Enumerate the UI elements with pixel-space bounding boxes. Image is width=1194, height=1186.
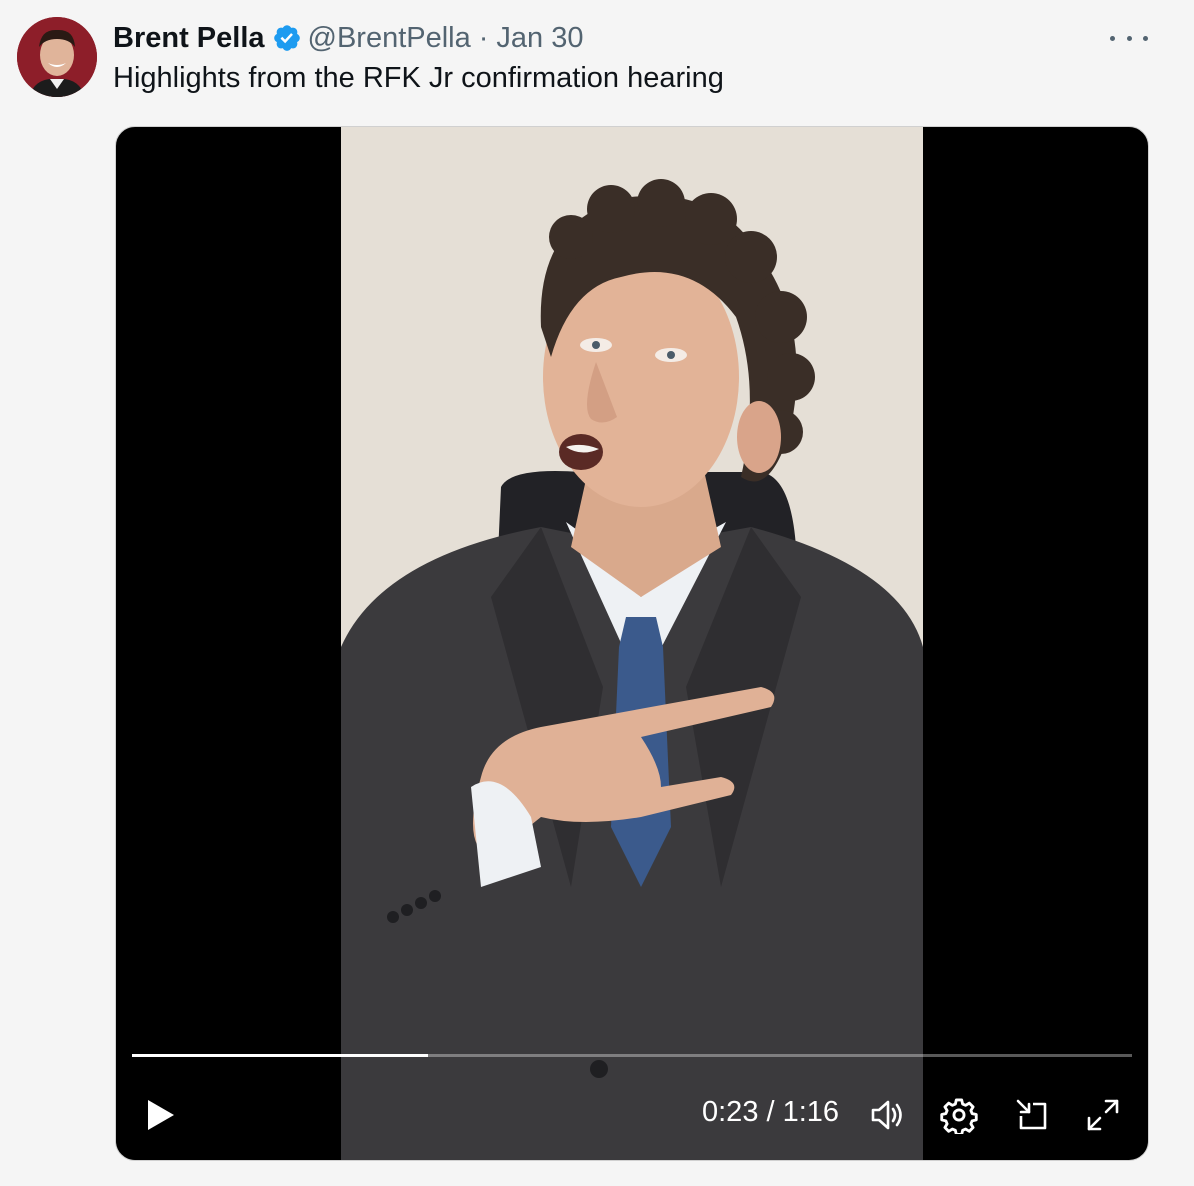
separator-dot: · [478,21,489,54]
play-icon [148,1100,174,1130]
play-button[interactable] [144,1098,178,1132]
video-progress-bar[interactable] [132,1054,1132,1057]
volume-button[interactable] [868,1096,906,1134]
avatar-image [17,17,97,97]
verified-badge-icon [272,23,302,53]
picture-in-picture-button[interactable] [1013,1096,1051,1134]
more-horizontal-icon [1110,35,1115,41]
video-frame [341,127,923,1160]
video-progress-fill [132,1054,428,1057]
author-handle[interactable]: @BrentPella [308,22,471,55]
tweet-header: Brent Pella @BrentPella · Jan 30 [113,18,584,58]
fullscreen-button[interactable] [1084,1096,1122,1134]
gear-icon [940,1098,978,1136]
fullscreen-icon [1087,1099,1119,1131]
tweet-date[interactable]: Jan 30 [496,22,583,55]
settings-button[interactable] [940,1096,978,1136]
video-player[interactable]: 0:23 / 1:16 [115,126,1149,1161]
video-time-display: 0:23 / 1:16 [702,1096,840,1128]
volume-icon [871,1100,902,1130]
video-still-image [341,127,923,1160]
author-name[interactable]: Brent Pella [113,22,265,55]
picture-in-picture-icon [1016,1099,1047,1130]
author-avatar[interactable] [17,17,97,97]
more-options-button[interactable] [1110,28,1148,48]
video-controls: 0:23 / 1:16 [116,1082,1148,1142]
tweet-text: Highlights from the RFK Jr confirmation … [113,62,724,94]
